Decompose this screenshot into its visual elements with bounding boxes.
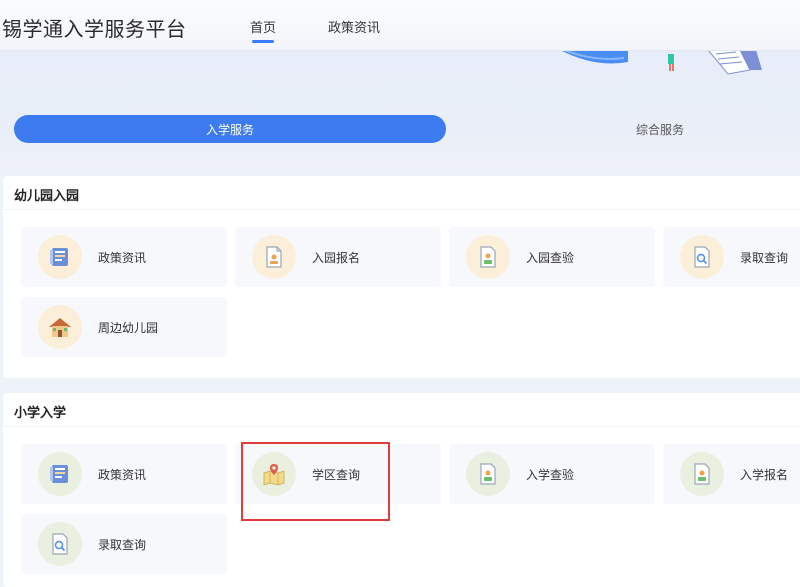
- card-label: 入学查验: [526, 467, 575, 482]
- form-icon: [252, 235, 296, 279]
- card-label: 政策资讯: [98, 467, 147, 482]
- card-label: 录取查询: [740, 250, 789, 265]
- kg-admission-query-card[interactable]: 录取查询: [663, 227, 800, 287]
- pri-school-district-query-card[interactable]: 学区查询: [235, 444, 441, 504]
- section-kindergarten: 幼儿园入园 政策资讯 入园报名 入园查验 录取查询 周边幼儿园: [3, 176, 800, 378]
- id-card-icon: [466, 452, 510, 496]
- card-label: 入园查验: [526, 250, 575, 265]
- document-search-icon: [680, 235, 724, 279]
- document-search-icon: [38, 522, 82, 566]
- banner-illustration-icon: [560, 50, 762, 75]
- kg-policy-news-card[interactable]: 政策资讯: [21, 227, 227, 287]
- news-icon: [38, 235, 82, 279]
- kg-nearby-kindergarten-card[interactable]: 周边幼儿园: [21, 297, 227, 357]
- nav-active-indicator: [252, 40, 274, 43]
- section-title: 小学入学: [14, 406, 67, 421]
- section-divider: [3, 426, 800, 427]
- map-pin-icon: [252, 452, 296, 496]
- card-label: 周边幼儿园: [98, 320, 159, 335]
- pri-policy-news-card[interactable]: 政策资讯: [21, 444, 227, 504]
- news-icon: [38, 452, 82, 496]
- card-label: 政策资讯: [98, 250, 147, 265]
- app-title: 锡学通入学服务平台: [2, 17, 187, 41]
- tab-enrollment-service[interactable]: 入学服务: [14, 115, 446, 143]
- pri-admission-query-card[interactable]: 录取查询: [21, 514, 227, 574]
- id-card-icon: [466, 235, 510, 279]
- card-label: 学区查询: [312, 467, 361, 482]
- tab-general-service[interactable]: 综合服务: [520, 115, 800, 143]
- pri-registration-card[interactable]: 入学报名: [663, 444, 800, 504]
- kg-registration-card[interactable]: 入园报名: [235, 227, 441, 287]
- card-label: 录取查询: [98, 537, 147, 552]
- section-divider: [3, 209, 800, 210]
- nav-home[interactable]: 首页: [250, 17, 276, 36]
- id-card-icon: [680, 452, 724, 496]
- card-label: 入园报名: [312, 250, 361, 265]
- kg-verification-card[interactable]: 入园查验: [449, 227, 655, 287]
- house-icon: [38, 305, 82, 349]
- card-label: 入学报名: [740, 467, 789, 482]
- pri-verification-card[interactable]: 入学查验: [449, 444, 655, 504]
- section-title: 幼儿园入园: [14, 189, 80, 204]
- top-header: 锡学通入学服务平台 首页 政策资讯: [0, 0, 800, 51]
- hero-banner: [0, 50, 800, 174]
- section-primary-school: 小学入学 政策资讯 学区查询 入学查验 入学报名 录取查询: [3, 393, 800, 587]
- nav-policy-news[interactable]: 政策资讯: [328, 17, 380, 36]
